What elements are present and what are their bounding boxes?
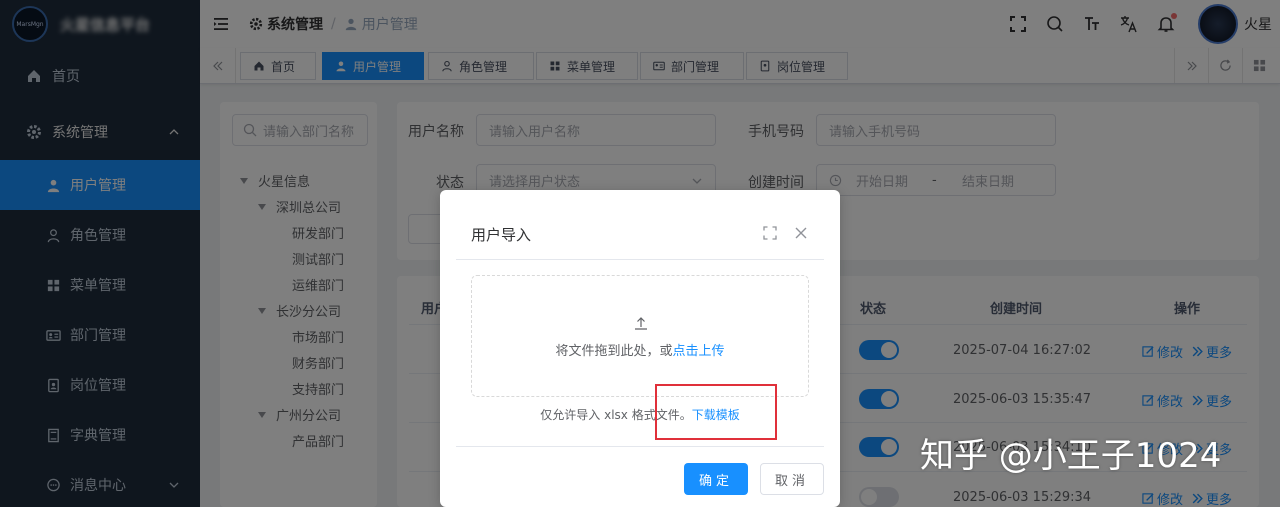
dialog-title: 用户导入 (471, 226, 532, 244)
annotation-highlight-box (655, 384, 777, 440)
upload-dropzone[interactable]: 将文件拖到此处，或点击上传 (471, 275, 809, 397)
watermark-text: 知乎 @小王子1024 (920, 436, 1222, 476)
maximize-icon[interactable] (763, 226, 777, 240)
upload-text: 将文件拖到此处，或点击上传 (555, 344, 725, 359)
click-upload-link[interactable]: 点击上传 (673, 344, 725, 359)
import-dialog: 用户导入 将文件拖到此处，或点击上传 仅允许导入 xlsx 格式文件。下载模板 … (440, 190, 840, 507)
dialog-header-divider (456, 259, 824, 260)
close-icon[interactable] (794, 226, 808, 240)
confirm-button[interactable]: 确定 (684, 463, 748, 495)
cancel-button[interactable]: 取消 (760, 463, 824, 495)
upload-tip: 仅允许导入 xlsx 格式文件。下载模板 (540, 408, 740, 422)
upload-icon (635, 317, 647, 330)
dialog-footer-divider (456, 446, 824, 447)
